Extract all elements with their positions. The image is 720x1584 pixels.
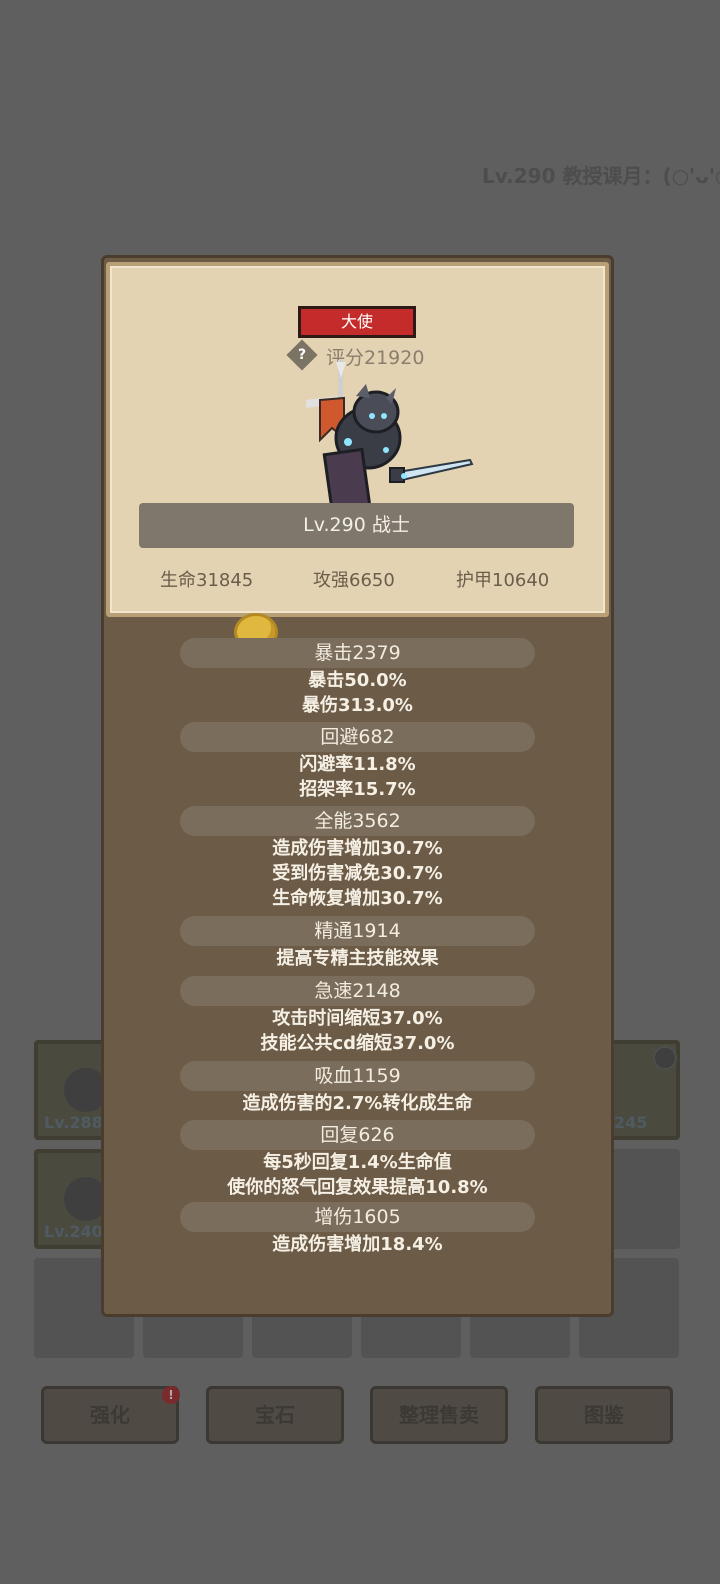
stat-section-damage-boost: 增伤1605 造成伤害增加18.4% bbox=[101, 1202, 614, 1257]
stat-header: 吸血1159 bbox=[180, 1061, 535, 1091]
stat-detail: 闪避率11.8% bbox=[299, 754, 416, 775]
stat-detail: 受到伤害减免30.7% bbox=[272, 863, 443, 884]
warrior-hero-sprite bbox=[306, 360, 474, 510]
attack-stat: 攻强6650 bbox=[313, 570, 395, 591]
stat-section-lifesteal: 吸血1159 造成伤害的2.7%转化成生命 bbox=[101, 1061, 614, 1116]
stat-detail: 使你的怒气回复效果提高10.8% bbox=[227, 1177, 488, 1198]
sort-sell-button[interactable]: 整理售卖 bbox=[370, 1386, 508, 1444]
stat-header: 精通1914 bbox=[180, 916, 535, 946]
stat-section-haste: 急速2148 攻击时间缩短37.0% 技能公共cd缩短37.0% bbox=[101, 976, 614, 1056]
player-title-label: Lv.290 教授课月：(○'ᴗ'○) bbox=[482, 164, 720, 188]
stat-detail: 技能公共cd缩短37.0% bbox=[260, 1033, 455, 1054]
stat-detail: 提高专精主技能效果 bbox=[276, 948, 439, 969]
stat-detail: 造成伤害增加18.4% bbox=[272, 1234, 443, 1255]
stat-detail: 攻击时间缩短37.0% bbox=[272, 1008, 443, 1029]
stat-detail: 暴伤313.0% bbox=[302, 695, 413, 716]
hero-slot-level: 245 bbox=[614, 1113, 648, 1132]
stat-header: 全能3562 bbox=[180, 806, 535, 836]
stat-header: 回复626 bbox=[180, 1120, 535, 1150]
stat-header: 急速2148 bbox=[180, 976, 535, 1006]
stat-detail: 招架率15.7% bbox=[299, 779, 416, 800]
stat-section-evasion: 回避682 闪避率11.8% 招架率15.7% bbox=[101, 722, 614, 802]
notification-badge: ! bbox=[162, 1386, 180, 1404]
stat-section-crit: 暴击2379 暴击50.0% 暴伤313.0% bbox=[101, 638, 614, 718]
armor-stat: 护甲10640 bbox=[456, 570, 550, 591]
stat-detail: 造成伤害的2.7%转化成生命 bbox=[242, 1093, 473, 1114]
stat-detail: 生命恢复增加30.7% bbox=[272, 888, 443, 909]
hero-slot-level: Lv.240 bbox=[44, 1222, 103, 1241]
stat-section-mastery: 精通1914 提高专精主技能效果 bbox=[101, 916, 614, 971]
lock-icon bbox=[653, 1046, 677, 1070]
stat-header: 回避682 bbox=[180, 722, 535, 752]
gem-button[interactable]: 宝石 bbox=[206, 1386, 344, 1444]
stat-detail: 造成伤害增加30.7% bbox=[272, 838, 443, 859]
enhance-button[interactable]: 强化 bbox=[41, 1386, 179, 1444]
level-class-bar: Lv.290 战士 bbox=[139, 503, 574, 548]
rank-badge: 大使 bbox=[298, 306, 416, 338]
stat-section-regen: 回复626 每5秒回复1.4%生命值 使你的怒气回复效果提高10.8% bbox=[101, 1120, 614, 1200]
stat-detail: 暴击50.0% bbox=[308, 670, 407, 691]
stat-header: 增伤1605 bbox=[180, 1202, 535, 1232]
stat-header: 暴击2379 bbox=[180, 638, 535, 668]
empty-slot[interactable] bbox=[606, 1149, 680, 1249]
stat-detail: 每5秒回复1.4%生命值 bbox=[263, 1152, 452, 1173]
stat-section-versatility: 全能3562 造成伤害增加30.7% 受到伤害减免30.7% 生命恢复增加30.… bbox=[101, 806, 614, 911]
hp-stat: 生命31845 bbox=[160, 570, 254, 591]
hero-slot-level: Lv.288 bbox=[44, 1113, 103, 1132]
codex-button[interactable]: 图鉴 bbox=[535, 1386, 673, 1444]
